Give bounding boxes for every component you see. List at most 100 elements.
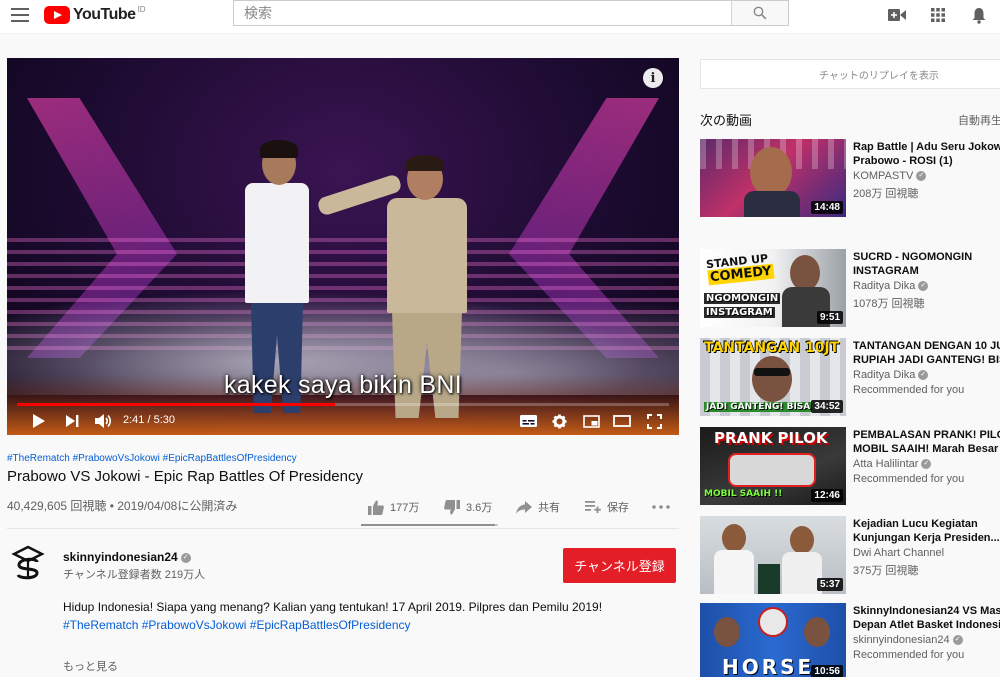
add-to-playlist-icon [585,501,601,513]
video-hashtags: #TheRematch #PrabowoVsJokowi #EpicRapBat… [7,453,297,464]
fullscreen-icon[interactable] [643,410,665,432]
recommended-meta: Recommended for you [853,384,965,396]
up-next-heading: 次の動画 [700,113,753,128]
like-dislike-bar [361,524,498,526]
miniplayer-icon[interactable] [580,410,602,432]
menu-icon[interactable] [11,8,29,22]
recommended-title: SkinnyIndonesian24 VS Mas Depan Atlet Bas… [853,605,1000,631]
channel-name[interactable]: skinnyindonesian24 ✓ [63,550,191,564]
autoplay-label[interactable]: 自動再生 [958,112,1000,128]
masthead: YouTube ID [0,0,1000,34]
video-duration: 12:46 [811,489,843,502]
divider [7,528,679,529]
progress-bar[interactable] [17,403,669,406]
recommended-title: SUCRD - NGOMONGIN INSTAGRAM [853,251,973,277]
video-duration: 9:51 [816,311,843,324]
save-button[interactable]: 保存 [585,497,629,517]
description-text: Hidup Indonesia! Siapa yang menang? Kali… [63,600,603,614]
recommended-channel: Raditya Dika ✓ [853,369,929,381]
verified-badge-icon: ✓ [916,171,927,182]
create-video-icon[interactable] [887,5,907,25]
more-actions-icon[interactable] [652,497,676,517]
recommended-video[interactable]: 14:48 Rap Battle | Adu Seru Jokowi Prabow… [700,139,1000,217]
video-duration: 34:52 [811,400,843,413]
subtitles-icon[interactable] [517,410,539,432]
show-chat-replay-button[interactable]: チャットのリプレイを表示 [700,59,1000,89]
search-box [233,0,789,26]
recommended-meta: 1078万 回視聴 [853,298,925,310]
video-title: Prabowo VS Jokowi - Epic Rap Battles Of … [7,468,363,485]
hashtag-link[interactable]: #PrabowoVsJokowi [73,453,160,464]
hashtag-link[interactable]: #EpicRapBattlesOfPresidency [163,453,297,464]
settings-gear-icon[interactable] [548,410,570,432]
recommended-video[interactable]: 5:37 Kejadian Lucu Kegiatan Kunjungan Ker… [700,516,1000,594]
recommended-title: TANTANGAN DENGAN 10 JUTARUPIAH JADI GANT… [853,340,1000,366]
next-video-icon[interactable] [61,410,83,432]
recommended-channel: Atta Halilintar ✓ [853,458,932,470]
play-logo-icon [44,6,70,24]
thumbnail-text: MOBIL SAAIH !! [704,489,783,499]
hashtag-link[interactable]: #TheRematch [63,618,138,632]
search-button[interactable] [731,1,788,25]
show-more-button[interactable]: もっと見る [63,658,118,674]
dislike-button[interactable]: 3.6万 [444,497,492,517]
verified-badge-icon: ✓ [180,552,191,563]
recommended-meta: 208万 回視聴 [853,188,919,200]
video-duration: 5:37 [816,578,843,591]
video-thumbnail: TANTANGAN 10JT JADI GANTENG! BISA 34:52 [700,338,846,416]
thumbnail-text: NGOMONGIN [704,293,781,304]
subscriber-count: チャンネル登録者数 219万人 [63,569,206,581]
video-player[interactable]: kakek saya bikin BNI i 2:41 / 5:30 [7,58,679,435]
recommended-video[interactable]: STAND UP COMEDY NGOMONGIN INSTAGRAM 9:51… [700,249,1000,327]
video-thumbnail: 14:48 [700,139,846,217]
view-count-and-date: 40,429,605 回視聴 • 2019/04/08に公開済み [7,499,238,513]
recommended-video[interactable]: HORSE 10:56 SkinnyIndonesian24 VS Mas Dep… [700,603,1000,677]
like-button[interactable]: 177万 [368,497,419,517]
video-thumbnail: PRANK PILOK MOBIL SAAIH !! 12:46 [700,427,846,505]
video-thumbnail: 5:37 [700,516,846,594]
thumbnail-text: INSTAGRAM [704,307,775,318]
recommended-meta: 375万 回視聴 [853,565,919,577]
theater-mode-icon[interactable] [611,410,633,432]
thumbnail-text: PRANK PILOK [714,429,828,447]
recommended-channel: Dwi Ahart Channel [853,547,945,559]
thumbnail-text: JADI GANTENG! BISA [704,402,813,412]
volume-icon[interactable] [93,410,115,432]
share-label: 共有 [538,502,560,514]
player-controls: 2:41 / 5:30 [7,408,679,432]
share-arrow-icon [516,500,532,514]
hashtag-link[interactable]: #PrabowoVsJokowi [142,618,247,632]
thumbs-down-icon [444,499,460,514]
time-display: 2:41 / 5:30 [123,414,175,426]
hashtag-link[interactable]: #TheRematch [7,453,70,464]
verified-badge-icon: ✓ [952,635,963,646]
recommended-channel: skinnyindonesian24 ✓ [853,634,963,646]
recommended-video[interactable]: PRANK PILOK MOBIL SAAIH !! 12:46 PEMBALA… [700,427,1000,505]
video-description: Hidup Indonesia! Siapa yang menang? Kali… [63,598,623,634]
thumbs-up-icon [368,500,384,515]
recommended-meta: Recommended for you [853,473,965,485]
notifications-bell-icon[interactable] [969,5,989,25]
youtube-logo[interactable]: YouTube ID [44,5,146,25]
thumbnail-text: TANTANGAN 10JT [704,340,840,356]
progress-played [17,403,336,406]
save-label: 保存 [607,502,629,514]
video-duration: 10:56 [811,665,843,677]
recommended-title: Kejadian Lucu Kegiatan Kunjungan Kerja Pr… [853,518,1000,544]
share-button[interactable]: 共有 [516,497,560,517]
channel-name-text: skinnyindonesian24 [63,550,178,564]
video-caption: kakek saya bikin BNI [223,371,463,399]
search-icon [753,6,767,20]
play-icon[interactable] [27,410,49,432]
search-input[interactable] [234,1,731,25]
subscribe-button[interactable]: チャンネル登録 [563,548,676,583]
apps-grid-icon[interactable] [928,5,948,25]
recommended-video[interactable]: TANTANGAN 10JT JADI GANTENG! BISA 34:52 … [700,338,1000,416]
info-icon[interactable]: i [643,68,663,88]
channel-avatar[interactable] [10,545,46,581]
recommended-channel: KOMPASTV ✓ [853,170,927,182]
like-count: 177万 [390,502,420,514]
hashtag-link[interactable]: #EpicRapBattlesOfPresidency [250,618,411,632]
thumbnail-text: HORSE [722,655,815,677]
verified-badge-icon: ✓ [918,370,929,381]
